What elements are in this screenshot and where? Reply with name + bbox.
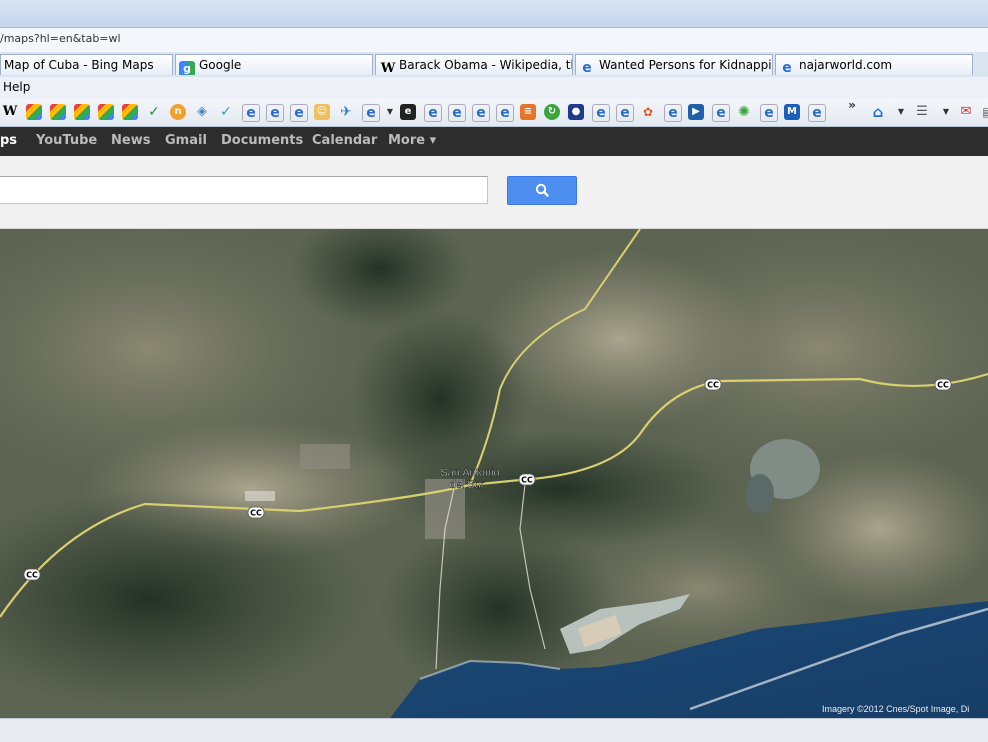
search-icon xyxy=(535,183,549,197)
bookmark-icon[interactable]: e xyxy=(400,104,416,120)
menu-help[interactable]: Help xyxy=(3,80,30,94)
ie-page-icon[interactable]: e xyxy=(242,104,260,122)
map-satellite-view[interactable]: CC CC CC CC CC San Antonio del Sur Image… xyxy=(0,229,988,718)
tab-label: Map of Cuba - Bing Maps xyxy=(4,58,154,72)
google-icon[interactable] xyxy=(50,104,66,120)
search-input[interactable] xyxy=(0,176,488,204)
google-icon[interactable] xyxy=(26,104,42,120)
ie-page-icon[interactable]: e xyxy=(760,104,778,122)
address-url[interactable]: /maps?hl=en&tab=wl xyxy=(0,31,121,47)
ie-favicon-icon: e xyxy=(582,60,592,75)
mail-icon[interactable]: ✉ xyxy=(958,104,974,120)
ie-page-icon[interactable]: e xyxy=(448,104,466,122)
wikipedia-icon[interactable]: W xyxy=(2,104,18,120)
ie-page-icon[interactable]: e xyxy=(592,104,610,122)
map-attribution: Imagery ©2012 Cnes/Spot Image, Di xyxy=(822,704,969,714)
bookmark-icon[interactable]: ↻ xyxy=(544,104,560,120)
tab-wikipedia[interactable]: W Barack Obama - Wikipedia, th... xyxy=(375,54,573,75)
wikipedia-favicon-icon: W xyxy=(380,61,396,75)
ie-page-icon[interactable]: e xyxy=(266,104,284,122)
gbar-gmail[interactable]: Gmail xyxy=(165,133,207,148)
road-shield: CC xyxy=(934,378,952,391)
google-favicon-icon: g xyxy=(179,61,195,75)
gbar-calendar[interactable]: Calendar xyxy=(312,133,377,148)
ie-page-icon[interactable]: e xyxy=(712,104,730,122)
road-shield-label: CC xyxy=(250,509,262,518)
google-icon[interactable] xyxy=(98,104,114,120)
road-shield: CC xyxy=(518,473,536,486)
bookmark-icon[interactable]: ≡ xyxy=(520,104,536,120)
gbar-more[interactable]: More ▾ xyxy=(388,133,436,148)
tab-najarworld[interactable]: e najarworld.com xyxy=(775,54,973,75)
google-icon[interactable] xyxy=(122,104,138,120)
ie-page-icon[interactable]: e xyxy=(616,104,634,122)
bookmark-icon[interactable]: ✈ xyxy=(338,104,354,120)
status-bar xyxy=(0,718,988,742)
tab-label: najarworld.com xyxy=(799,58,893,72)
menu-bar xyxy=(0,77,988,99)
ie-page-icon[interactable]: e xyxy=(808,104,826,122)
tab-wanted-persons[interactable]: e Wanted Persons for Kidnapping xyxy=(575,54,773,75)
ie-page-icon[interactable]: e xyxy=(664,104,682,122)
bookmark-icon[interactable]: ▶ xyxy=(688,104,704,120)
bookmark-icon[interactable]: ✿ xyxy=(640,104,656,120)
bookmark-icon[interactable]: ✓ xyxy=(218,104,234,120)
tab-label: Google xyxy=(199,58,242,72)
toolbar-overflow-icon[interactable]: » xyxy=(844,97,860,113)
print-icon[interactable]: ▤ xyxy=(980,104,988,120)
tab-bing-maps[interactable]: Map of Cuba - Bing Maps xyxy=(0,54,173,75)
address-bar[interactable] xyxy=(0,27,988,53)
road-shield: CC xyxy=(704,378,722,391)
ie-page-icon[interactable]: e xyxy=(472,104,490,122)
ie-page-icon[interactable]: e xyxy=(496,104,514,122)
satellite-imagery: CC CC CC CC CC San Antonio del Sur Image… xyxy=(0,229,988,718)
chevron-down-icon[interactable]: ▼ xyxy=(938,104,954,120)
ie-page-icon[interactable]: e xyxy=(424,104,442,122)
road-shield-label: CC xyxy=(937,381,949,390)
gbar-youtube[interactable]: YouTube xyxy=(36,133,97,148)
bookmark-icon[interactable]: ☺ xyxy=(314,104,330,120)
ie-page-icon[interactable]: e xyxy=(362,104,380,122)
bookmark-icon[interactable]: n xyxy=(170,104,186,120)
tab-label: Barack Obama - Wikipedia, th... xyxy=(399,58,573,72)
road-shield: CC xyxy=(247,506,265,519)
bookmark-icon[interactable]: ✺ xyxy=(736,104,752,120)
bookmark-icon[interactable]: ● xyxy=(568,104,584,120)
bookmark-icon[interactable]: ✓ xyxy=(146,104,162,120)
road-shield: CC xyxy=(23,568,41,581)
feeds-icon[interactable]: ☰ xyxy=(914,104,930,120)
gbar-maps[interactable]: ps xyxy=(0,133,17,148)
road-shield-label: CC xyxy=(26,571,38,580)
home-icon[interactable]: ⌂ xyxy=(870,104,886,120)
chevron-down-icon[interactable]: ▼ xyxy=(893,104,909,120)
road-shield-label: CC xyxy=(521,476,533,485)
bookmark-icon[interactable]: M xyxy=(784,104,800,120)
ie-favicon-icon: e xyxy=(782,60,792,75)
ie-page-icon[interactable]: e xyxy=(290,104,308,122)
gbar-news[interactable]: News xyxy=(111,133,150,148)
place-label-line1: San Antonio xyxy=(440,467,499,479)
bookmark-icon[interactable]: ◈ xyxy=(194,104,210,120)
search-button[interactable] xyxy=(507,176,577,205)
chevron-down-icon[interactable]: ▼ xyxy=(382,104,398,120)
place-label-line2: del Sur xyxy=(450,479,485,491)
road-shield-label: CC xyxy=(707,381,719,390)
window-title-bar xyxy=(0,0,988,27)
tab-label: Wanted Persons for Kidnapping xyxy=(599,58,773,72)
gbar-documents[interactable]: Documents xyxy=(221,133,303,148)
tab-google[interactable]: g Google xyxy=(175,54,373,75)
google-icon[interactable] xyxy=(74,104,90,120)
